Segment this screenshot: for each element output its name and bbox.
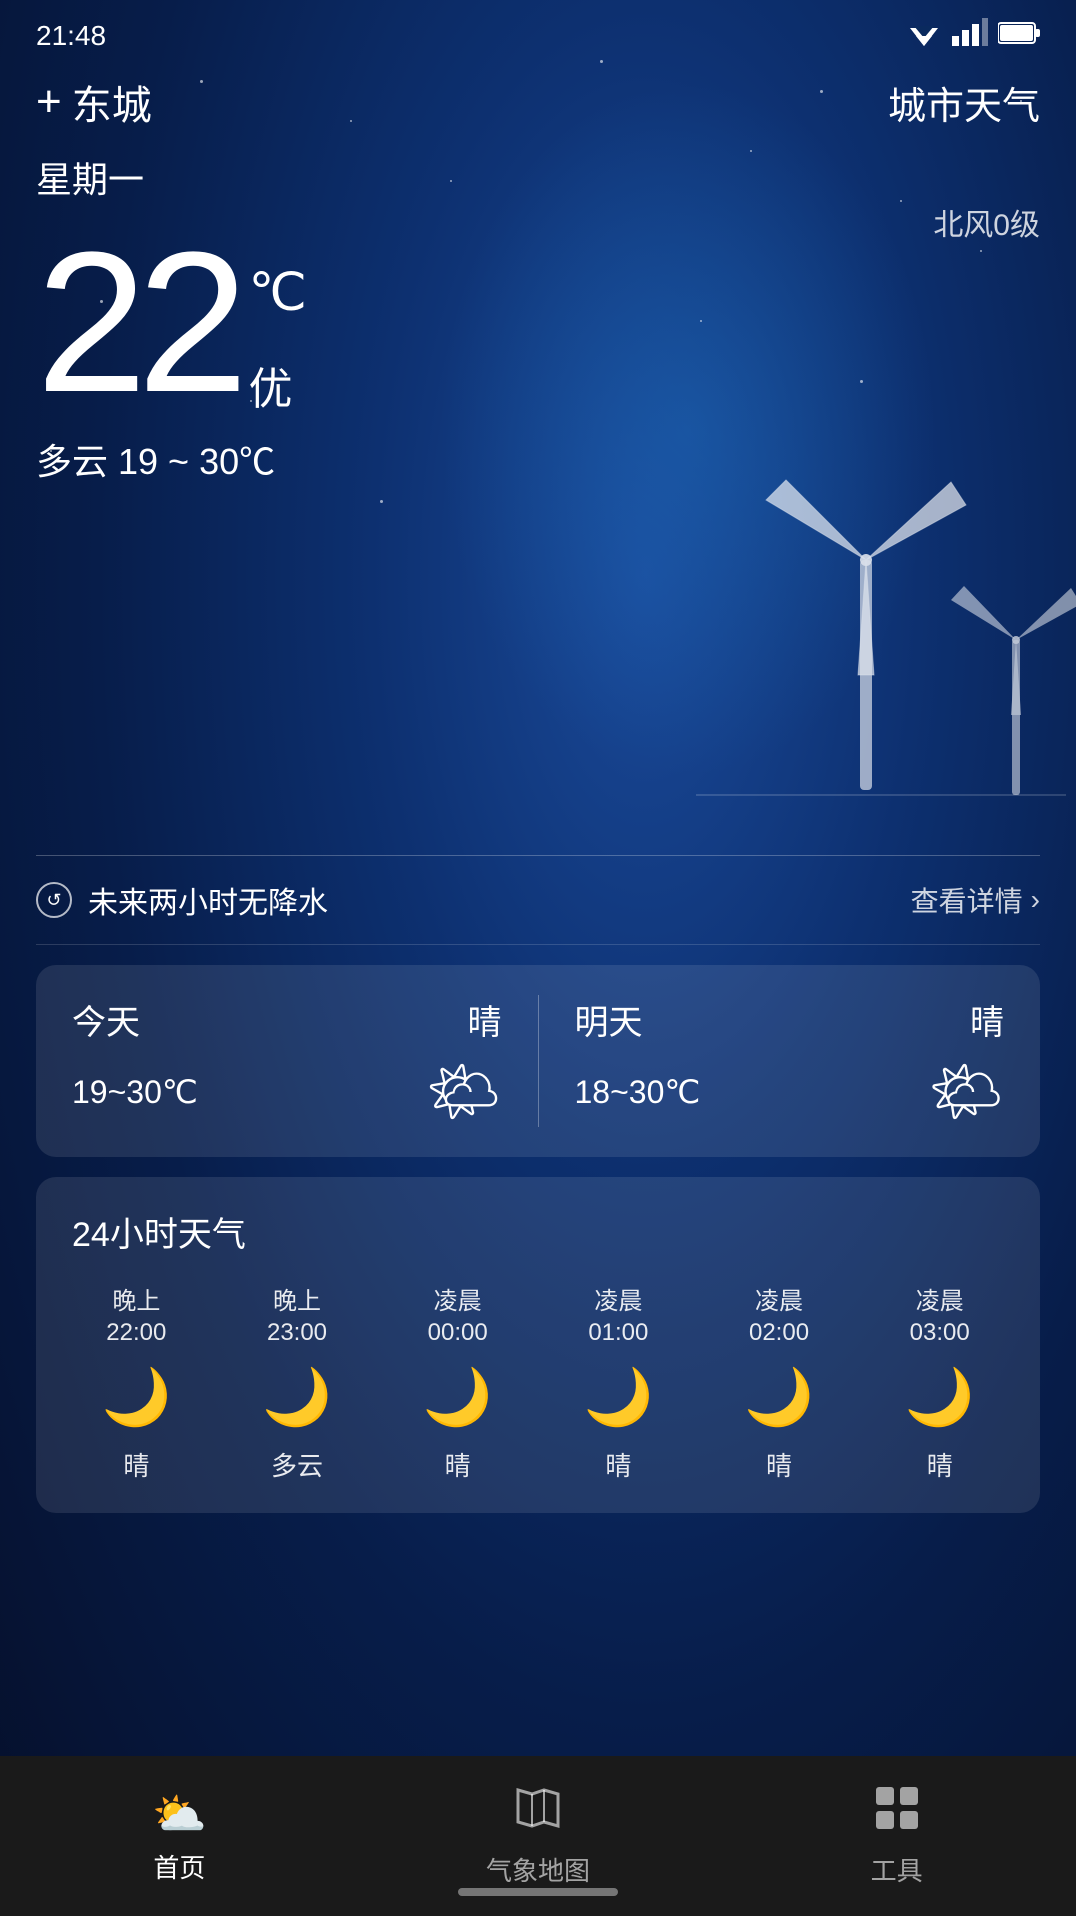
chevron-right-icon: › — [1031, 884, 1040, 916]
hour-item-5: 凌晨03:00 🌙 晴 — [859, 1286, 1020, 1483]
bottom-home-indicator — [458, 1888, 618, 1896]
hour-time-2: 凌晨00:00 — [428, 1286, 488, 1348]
location-button[interactable]: + 东城 — [36, 73, 152, 131]
nav-icon-home: ⛅ — [152, 1788, 207, 1840]
nav-icon-tools — [873, 1784, 921, 1843]
status-bar: 21:48 — [0, 0, 1076, 63]
wifi-icon — [906, 18, 942, 53]
hour-icon-0: 🌙 — [101, 1364, 171, 1430]
precipitation-detail-link[interactable]: 查看详情 › — [911, 880, 1040, 920]
hour-item-4: 凌晨02:00 🌙 晴 — [699, 1286, 860, 1483]
hour-item-0: 晚上22:00 🌙 晴 — [56, 1286, 217, 1483]
hour-desc-2: 晴 — [445, 1446, 471, 1483]
battery-icon — [998, 20, 1040, 52]
page-title: 城市天气 — [888, 75, 1040, 130]
main-weather-section: 星期一 22 ℃ 优 多云 19 ~ 30℃ — [0, 131, 1076, 485]
today-temp: 19~30℃ — [72, 1073, 198, 1111]
two-day-forecast: 今天 晴 19~30℃ 🌤 明天 晴 18~30℃ 🌤 — [36, 965, 1040, 1157]
app-header: + 东城 城市天气 — [0, 63, 1076, 131]
precipitation-bar[interactable]: ↺ 未来两小时无降水 查看详情 › — [36, 855, 1040, 945]
hour-desc-1: 多云 — [271, 1446, 323, 1483]
nav-icon-map — [514, 1784, 562, 1843]
nav-item-home[interactable]: ⛅ 首页 — [0, 1788, 359, 1885]
hour-icon-3: 🌙 — [583, 1364, 653, 1430]
detail-label: 查看详情 — [911, 880, 1023, 920]
nav-label-tools: 工具 — [871, 1851, 923, 1888]
day-label: 星期一 — [36, 151, 1040, 203]
hour-time-4: 凌晨02:00 — [749, 1286, 809, 1348]
hour-time-3: 凌晨01:00 — [588, 1286, 648, 1348]
precipitation-text: 未来两小时无降水 — [88, 878, 328, 922]
today-condition: 晴 — [468, 995, 502, 1044]
temperature-value: 22 — [36, 223, 238, 423]
add-location-icon: + — [36, 77, 62, 127]
status-time: 21:48 — [36, 20, 106, 52]
tomorrow-header: 明天 晴 — [575, 995, 1005, 1044]
today-forecast: 今天 晴 19~30℃ 🌤 — [72, 995, 539, 1127]
nav-item-map[interactable]: 气象地图 — [359, 1784, 718, 1888]
precipitation-info: ↺ 未来两小时无降水 — [36, 878, 328, 922]
hourly-weather-section: 24小时天气 晚上22:00 🌙 晴 晚上23:00 🌙 多云 凌晨00:00 … — [36, 1177, 1040, 1513]
wind-label: 北风0级 — [933, 200, 1040, 244]
hourly-title: 24小时天气 — [56, 1207, 1020, 1256]
today-body: 19~30℃ 🌤 — [72, 1056, 502, 1127]
status-icons — [906, 18, 1040, 53]
temp-meta: ℃ 优 — [248, 263, 306, 417]
air-quality: 优 — [248, 353, 306, 417]
tomorrow-condition: 晴 — [970, 995, 1004, 1044]
hour-time-0: 晚上22:00 — [106, 1286, 166, 1348]
city-name: 东城 — [72, 73, 152, 131]
hour-desc-5: 晴 — [927, 1446, 953, 1483]
hour-icon-2: 🌙 — [423, 1364, 493, 1430]
hour-item-2: 凌晨00:00 🌙 晴 — [377, 1286, 538, 1483]
precipitation-icon: ↺ — [36, 882, 72, 918]
hour-icon-4: 🌙 — [744, 1364, 814, 1430]
nav-label-home: 首页 — [153, 1848, 205, 1885]
hour-icon-1: 🌙 — [262, 1364, 332, 1430]
tomorrow-body: 18~30℃ 🌤 — [575, 1056, 1005, 1127]
hour-desc-3: 晴 — [605, 1446, 631, 1483]
hour-desc-0: 晴 — [123, 1446, 149, 1483]
nav-item-tools[interactable]: 工具 — [717, 1784, 1076, 1888]
nav-label-map: 气象地图 — [486, 1851, 590, 1888]
today-header: 今天 晴 — [72, 995, 502, 1044]
today-icon: 🌤 — [425, 1056, 501, 1127]
hourly-list: 晚上22:00 🌙 晴 晚上23:00 🌙 多云 凌晨00:00 🌙 晴 凌晨0… — [56, 1286, 1020, 1483]
today-label: 今天 — [72, 995, 140, 1044]
weather-description: 多云 19 ~ 30℃ — [36, 433, 1040, 485]
temperature-row: 22 ℃ 优 — [36, 223, 1040, 423]
signal-icon — [952, 18, 988, 53]
hour-desc-4: 晴 — [766, 1446, 792, 1483]
hour-time-5: 凌晨03:00 — [910, 1286, 970, 1348]
hour-item-1: 晚上23:00 🌙 多云 — [217, 1286, 378, 1483]
celsius-unit: ℃ — [248, 263, 306, 323]
tomorrow-icon: 🌤 — [928, 1056, 1004, 1127]
hour-icon-5: 🌙 — [905, 1364, 975, 1430]
tomorrow-label: 明天 — [575, 995, 643, 1044]
tomorrow-temp: 18~30℃ — [575, 1073, 701, 1111]
tomorrow-forecast: 明天 晴 18~30℃ 🌤 — [575, 995, 1005, 1127]
hour-time-1: 晚上23:00 — [267, 1286, 327, 1348]
hour-item-3: 凌晨01:00 🌙 晴 — [538, 1286, 699, 1483]
